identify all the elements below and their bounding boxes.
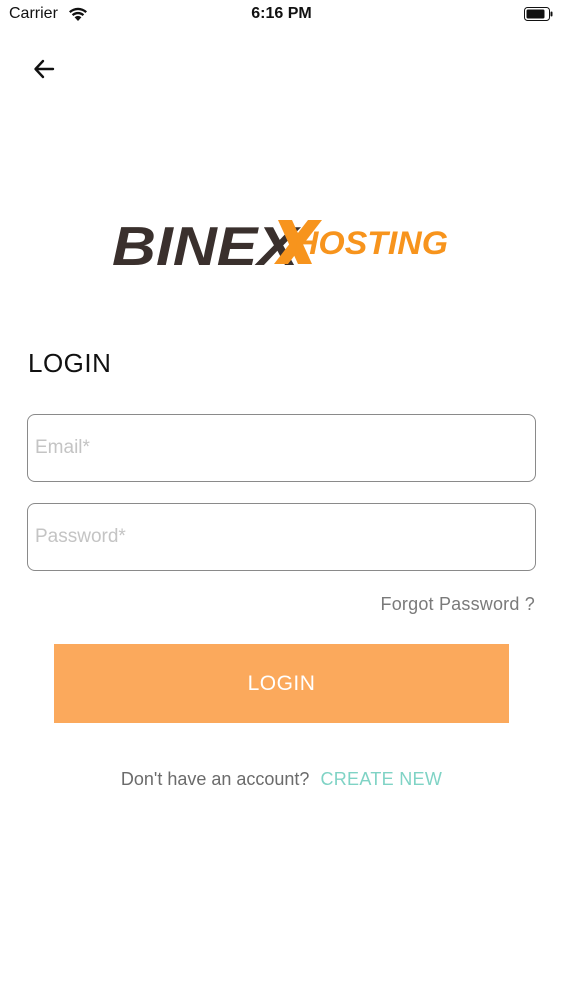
- brand-logo: BINEX HOSTING: [112, 214, 452, 277]
- password-input[interactable]: [28, 504, 535, 570]
- create-account-link[interactable]: CREATE NEW: [320, 769, 442, 789]
- email-input[interactable]: [28, 415, 535, 481]
- password-field-container: [27, 503, 536, 571]
- arrow-left-icon: [33, 59, 55, 84]
- signup-row: Don't have an account? CREATE NEW: [0, 769, 563, 790]
- battery-icon: [524, 7, 554, 21]
- page-title: LOGIN: [28, 348, 112, 378]
- back-button[interactable]: [24, 52, 64, 90]
- email-field-container: [27, 414, 536, 482]
- signup-prompt: Don't have an account?: [120, 769, 310, 789]
- forgot-password-link[interactable]: Forgot Password ?: [381, 594, 535, 615]
- status-time: 6:16 PM: [251, 5, 312, 22]
- logo-brand-main: BINEX: [112, 215, 302, 274]
- status-bar: Carrier 6:16 PM: [0, 0, 563, 30]
- logo-brand-sub: HOSTING: [294, 225, 448, 261]
- login-button[interactable]: LOGIN: [54, 644, 509, 723]
